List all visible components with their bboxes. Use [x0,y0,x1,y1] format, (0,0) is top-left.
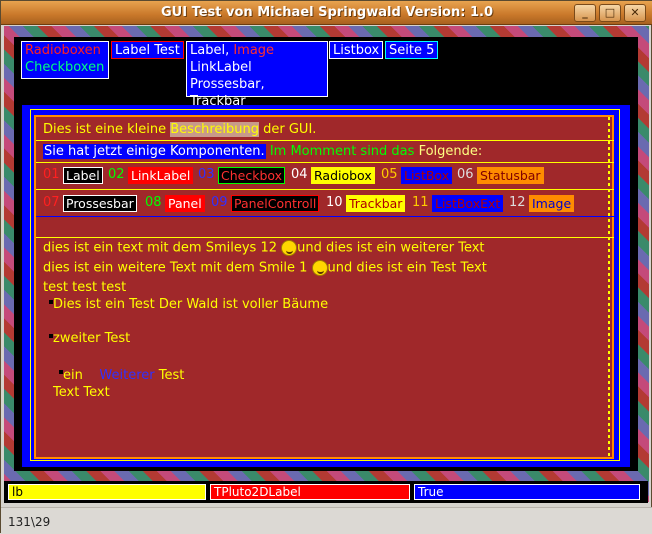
status-panel-lb: lb [8,484,206,500]
component-panelcontroll[interactable]: PanelControll [231,195,320,212]
description-highlight: Beschreibung [170,122,259,137]
main-container: Radioboxen Checkboxen Label Test Label, … [14,37,638,471]
divider [36,162,614,163]
laughing-smiley-icon [311,260,328,276]
tab-radioboxen-checkboxen[interactable]: Radioboxen Checkboxen [21,41,109,79]
component-radiobox[interactable]: Radiobox [311,167,375,184]
tab-image-word: Image [233,43,275,58]
components-intro-line: Sie hat jetzt einige Komponenten. Im Mom… [43,144,482,160]
components-intro-c: Folgende: [418,144,483,159]
bullet-item-3b: Weiterer [99,368,155,383]
test-line: test test test [43,280,127,295]
component-linklabel[interactable]: LinkLabel [128,167,194,184]
maximize-button[interactable]: □ [599,4,621,22]
tab-listbox[interactable]: Listbox [329,41,384,59]
application-window: GUI Test von Michael Springwald Version:… [0,0,652,534]
coordinates-readout: 131\29 [8,515,51,529]
components-intro-b: Im Momment sind das [269,144,415,159]
item-num-01: 01 [43,167,60,182]
component-trackbar[interactable]: Trackbar [346,195,406,212]
status-panels: lb TPluto2DLabel True [4,481,648,503]
tab-radioboxen-label: Radioboxen [25,43,101,58]
divider [36,140,614,141]
divider [36,237,614,238]
component-checkbox[interactable]: Checkbox [218,167,286,184]
smiley-text-1a: dies ist ein text mit dem Smileys 12 [43,240,277,256]
divider [36,189,614,190]
components-intro-a: Sie hat jetzt einige Komponenten. [43,144,266,159]
content-panel-border: Dies ist eine kleine Beschreibung der GU… [30,109,620,461]
bullet-item-2: zweiter Test [53,331,131,346]
minimize-button[interactable]: _ [574,4,596,22]
component-panel[interactable]: Panel [165,195,205,212]
smiley-line-2: dies ist ein weitere Text mit dem Smile … [43,260,487,277]
text-text-line: Text Text [53,385,110,400]
item-num-09: 09 [211,195,228,210]
item-num-11: 11 [412,195,429,210]
component-image[interactable]: Image [529,195,575,212]
bullet-item-3c: Test [158,368,185,383]
tab-linklabel-label: LinkLabel [190,60,252,75]
item-num-07: 07 [43,195,60,210]
content-panel-blue: Dies ist eine kleine Beschreibung der GU… [22,105,630,467]
component-statusbar[interactable]: Statusbar [477,167,544,184]
status-panel-label: TPluto2DLabel [210,484,410,500]
component-listbox[interactable]: ListBox [401,167,453,184]
item-num-06: 06 [457,167,474,182]
item-num-03: 03 [198,167,215,182]
component-label[interactable]: Label [63,167,103,184]
description-prefix: Dies ist eine kleine [43,122,167,137]
tab-label-test[interactable]: Label Test [111,41,184,59]
scroll-track[interactable] [608,117,610,457]
divider [36,216,614,217]
item-num-05: 05 [381,167,398,182]
bullet-item-1: Dies ist ein Test Der Wald ist voller Bä… [53,297,329,312]
item-num-02: 02 [108,167,125,182]
content-panel: Dies ist eine kleine Beschreibung der GU… [34,115,614,459]
tab-label-word: Label, [190,43,230,58]
component-listboxext[interactable]: ListBoxExt [432,195,504,212]
smiley-text-2b: und dies ist ein Test Text [327,260,487,276]
item-num-12: 12 [509,195,526,210]
window-title: GUI Test von Michael Springwald Version:… [160,5,493,20]
tab-label-image[interactable]: Label, Image LinkLabel Prossesbar, Track… [186,41,328,109]
item-num-08: 08 [145,195,162,210]
title-bar[interactable]: GUI Test von Michael Springwald Version:… [1,1,652,25]
status-panel-true: True [414,484,640,500]
description-line: Dies ist eine kleine Beschreibung der GU… [43,122,316,138]
item-num-04: 04 [291,167,308,182]
tab-checkboxen-label: Checkboxen [25,60,105,75]
component-prossesbar[interactable]: Prossesbar [63,195,137,212]
bullet-item-3a: ein [63,368,83,383]
status-bar: 131\29 [1,507,652,534]
smiley-text-1b: und dies ist ein weiterer Text [297,240,485,256]
smiley-text-2a: dies ist ein weitere Text mit dem Smile … [43,260,308,276]
bullet-item-3: ein Weiterer Test [63,368,184,384]
tab-seite-5[interactable]: Seite 5 [385,41,439,59]
smiley-icon [281,240,298,256]
item-num-10: 10 [326,195,343,210]
description-suffix: der GUI. [263,122,317,137]
smiley-line-1: dies ist ein text mit dem Smileys 12 und… [43,240,485,257]
close-button[interactable]: ✕ [624,4,646,22]
